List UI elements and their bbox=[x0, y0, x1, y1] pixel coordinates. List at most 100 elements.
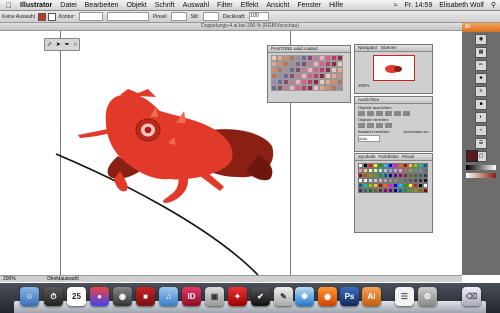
wifi-icon[interactable]: ≈ bbox=[394, 2, 398, 9]
menu-fenster[interactable]: Fenster bbox=[297, 2, 321, 9]
status-bar: 200% Direktauswahl bbox=[0, 275, 462, 282]
acrobat-icon[interactable]: ✦ bbox=[228, 287, 247, 306]
firefox-icon[interactable]: ◉ bbox=[318, 287, 337, 306]
menu-filter[interactable]: Filter bbox=[217, 2, 233, 9]
pantone-panel: PANTONE solid coated bbox=[267, 45, 351, 103]
menu-extras: ≈ Fr. 14:59 Elisabeth Wolf ⚲ bbox=[387, 0, 496, 10]
color-swatch[interactable] bbox=[423, 188, 428, 193]
safari-icon[interactable]: ✽ bbox=[295, 287, 314, 306]
apple-menu-icon[interactable]:  bbox=[6, 1, 12, 10]
illustrator-icon[interactable]: Ai bbox=[362, 287, 381, 306]
finder-icon[interactable]: ☺ bbox=[20, 287, 39, 306]
calendar-day: 25 bbox=[72, 292, 81, 301]
swatch-grid[interactable] bbox=[358, 163, 429, 193]
menu-bearbeiten[interactable]: Bearbeiten bbox=[85, 2, 119, 9]
anchor-tool-icon[interactable]: ○ bbox=[73, 42, 77, 48]
brush-field[interactable] bbox=[170, 12, 187, 21]
distribute-left-icon[interactable] bbox=[385, 123, 392, 128]
stroke-field[interactable] bbox=[78, 12, 103, 21]
appearance-panel-icon[interactable]: ☼ bbox=[475, 125, 487, 136]
menu-schrift[interactable]: Schrift bbox=[155, 2, 175, 9]
notes-icon[interactable]: ☰ bbox=[395, 287, 414, 306]
navigator-thumbnail bbox=[384, 65, 402, 73]
menu-datei[interactable]: Datei bbox=[60, 2, 76, 9]
spacing-field[interactable]: Auto bbox=[358, 135, 380, 142]
navigator-preview[interactable] bbox=[372, 55, 415, 81]
textedit-icon[interactable]: ✎ bbox=[274, 287, 293, 306]
fill-color-indicator[interactable] bbox=[466, 150, 478, 162]
navigator-zoom[interactable]: 200% bbox=[355, 83, 432, 88]
align-panel: Ausrichten Objekte ausrichten: Objekte v… bbox=[354, 96, 433, 152]
stroke-panel-icon[interactable]: ≡ bbox=[475, 86, 487, 97]
ical-icon[interactable]: 25 bbox=[67, 287, 86, 306]
opacity-label: Deckkraft: bbox=[222, 13, 246, 20]
align-top-icon[interactable] bbox=[385, 111, 392, 116]
menu-hilfe[interactable]: Hilfe bbox=[329, 2, 343, 9]
swatches-panel-icon[interactable]: ▦ bbox=[475, 47, 487, 58]
stroke-swatch[interactable] bbox=[47, 12, 56, 21]
layers-panel-icon[interactable]: ☰ bbox=[475, 138, 487, 149]
align-bottom-icon[interactable] bbox=[403, 111, 410, 116]
align-tab[interactable]: Ausrichten bbox=[355, 97, 432, 104]
document-title: Doppelungs-4.ai bei 200 % (RGB/Vorschau) bbox=[0, 23, 500, 31]
menu-auswahl[interactable]: Auswahl bbox=[183, 2, 209, 9]
align-left-icon[interactable] bbox=[358, 111, 365, 116]
tab-ebenen[interactable]: Ebenen bbox=[381, 45, 397, 51]
selection-tool-icon[interactable]: ⬀ bbox=[47, 41, 52, 48]
lexikon-icon[interactable]: ■ bbox=[136, 287, 155, 306]
symbols-panel-icon[interactable]: ♣ bbox=[475, 73, 487, 84]
distribute-spacing-label: Abstand verteilen: bbox=[358, 129, 391, 134]
ai-workspace-tab[interactable]: Ai bbox=[462, 23, 500, 32]
spotlight-icon[interactable]: ⚲ bbox=[491, 1, 496, 9]
brush-dropdown[interactable] bbox=[106, 12, 149, 21]
preview-icon[interactable]: ▣ bbox=[205, 287, 224, 306]
menu-objekt[interactable]: Objekt bbox=[127, 2, 147, 9]
dashboard-icon[interactable]: ⏱ bbox=[44, 287, 63, 306]
swatches-tabs: Symbole Farbfelder Pinsel bbox=[355, 154, 432, 161]
indesign-icon[interactable]: ID bbox=[182, 287, 201, 306]
tab-pinsel[interactable]: Pinsel bbox=[402, 154, 414, 160]
app-menu[interactable]: Illustrator bbox=[20, 2, 52, 9]
color-panel-icon[interactable]: ◉ bbox=[475, 34, 487, 45]
menu-effekt[interactable]: Effekt bbox=[241, 2, 259, 9]
tab-symbole[interactable]: Symbole bbox=[358, 154, 376, 160]
fill-swatch[interactable] bbox=[37, 12, 46, 21]
clock[interactable]: Fr. 14:59 bbox=[405, 2, 433, 9]
align-middle-icon[interactable] bbox=[394, 111, 401, 116]
stroke-label: Kontur: bbox=[58, 13, 75, 20]
style-field[interactable] bbox=[202, 12, 219, 21]
pantone-swatches[interactable] bbox=[271, 55, 347, 91]
colors-icon[interactable]: ● bbox=[90, 287, 109, 306]
distribute-objects-label: Objekte verteilen: bbox=[358, 117, 390, 122]
trash-icon[interactable]: ⌫ bbox=[462, 287, 481, 306]
gradient-slider[interactable] bbox=[466, 165, 496, 170]
tab-navigator[interactable]: Navigator bbox=[358, 45, 377, 51]
status-zoom[interactable]: 200% bbox=[3, 276, 16, 282]
panel-dock-icons: ◉ ▦ ✏ ♣ ≡ ■ ◐ ☼ ☰ ▢ bbox=[475, 34, 487, 164]
brushes-panel-icon[interactable]: ✏ bbox=[475, 60, 487, 71]
pen-tool-icon[interactable]: ✒ bbox=[65, 41, 70, 48]
photo-icon[interactable]: ◉ bbox=[113, 287, 132, 306]
terminal-icon[interactable]: ✔ bbox=[251, 287, 270, 306]
pantone-swatch[interactable] bbox=[337, 85, 343, 91]
gradient-panel-icon[interactable]: ■ bbox=[475, 99, 487, 110]
tab-farbfelder[interactable]: Farbfelder bbox=[379, 154, 400, 160]
user-menu[interactable]: Elisabeth Wolf bbox=[439, 2, 484, 9]
align-right-icon[interactable] bbox=[376, 111, 383, 116]
color-ramp[interactable] bbox=[466, 173, 496, 178]
direct-selection-icon[interactable]: ➤ bbox=[56, 41, 61, 48]
menu-ansicht[interactable]: Ansicht bbox=[266, 2, 289, 9]
swatches-panel: Symbole Farbfelder Pinsel bbox=[354, 153, 433, 233]
distribute-center-icon[interactable] bbox=[367, 123, 374, 128]
distribute-bottom-icon[interactable] bbox=[376, 123, 383, 128]
itunes-icon[interactable]: ♫ bbox=[159, 287, 178, 306]
align-center-icon[interactable] bbox=[367, 111, 374, 116]
utility-icon[interactable]: ⚙ bbox=[418, 287, 437, 306]
pantone-tab[interactable]: PANTONE solid coated bbox=[268, 46, 350, 53]
opacity-field[interactable]: 100 bbox=[249, 12, 270, 21]
transparency-panel-icon[interactable]: ◐ bbox=[475, 112, 487, 123]
align-objects-label: Objekte ausrichten: bbox=[358, 105, 393, 110]
menu-bar:  Illustrator Datei Bearbeiten Objekt Sc… bbox=[0, 0, 500, 11]
distribute-top-icon[interactable] bbox=[358, 123, 365, 128]
photoshop-icon[interactable]: Ps bbox=[340, 287, 359, 306]
